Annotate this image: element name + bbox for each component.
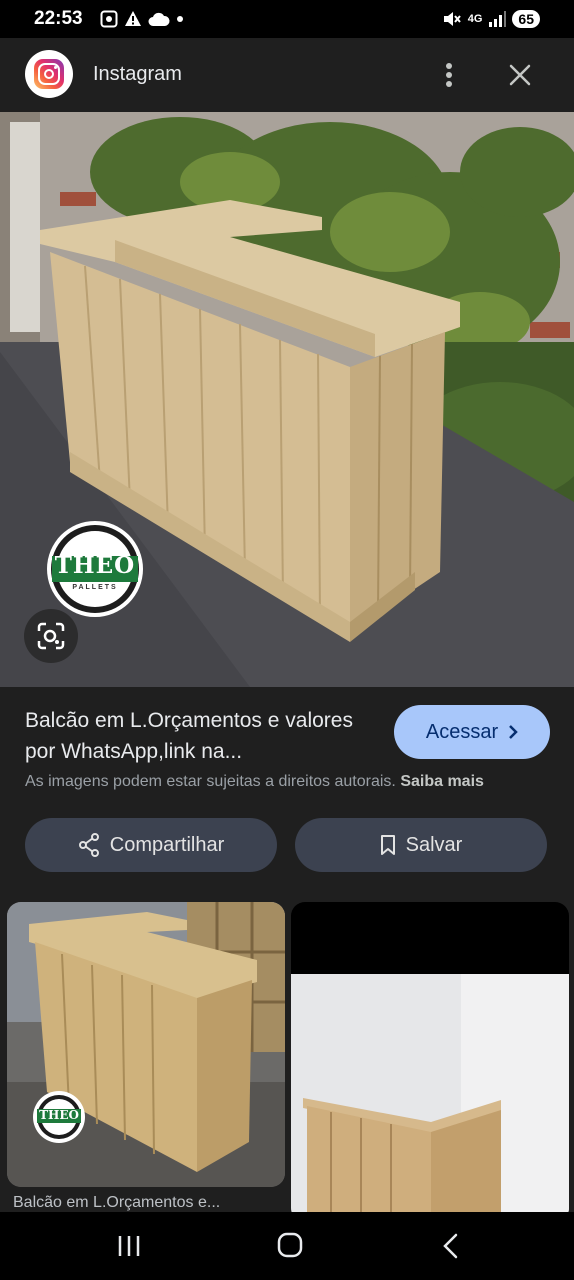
more-vert-icon [446, 63, 452, 87]
close-button[interactable] [503, 58, 537, 92]
save-button[interactable]: Salvar [295, 818, 547, 872]
signal-icon [489, 11, 507, 27]
share-button[interactable]: Compartilhar [25, 818, 277, 872]
screenshot-icon [100, 10, 118, 28]
cloud-icon [148, 12, 170, 26]
dot-icon [177, 16, 183, 22]
theo-badge-subtext: PALLETS [72, 584, 118, 591]
instagram-logo [25, 50, 73, 98]
image-title[interactable]: Balcão em L.Orçamentos e valores por Wha… [25, 705, 375, 767]
copyright-text: As imagens podem estar sujeitas a direit… [25, 773, 396, 790]
related-image-1[interactable]: THEO [7, 902, 285, 1187]
related-image-2[interactable] [291, 902, 569, 1212]
related-corner-counter-photo [291, 902, 569, 1212]
close-icon [509, 64, 531, 86]
app-header: Instagram [0, 38, 574, 112]
copyright-notice: As imagens podem estar sujeitas a direit… [25, 773, 484, 791]
network-type: 4G [467, 13, 483, 25]
instagram-icon [34, 59, 64, 89]
recents-icon[interactable] [115, 1232, 143, 1260]
more-options-button[interactable] [434, 58, 464, 92]
learn-more-link[interactable]: Saiba mais [400, 773, 484, 790]
theo-badge-text: THEO [54, 552, 136, 579]
main-product-image[interactable]: THEO PALLETS [0, 112, 574, 687]
google-lens-button[interactable] [24, 609, 78, 663]
battery-indicator: 65 [512, 10, 540, 28]
status-bar: 22:53 4G 65 [0, 0, 574, 38]
visit-button[interactable]: Acessar [394, 705, 550, 759]
lens-icon [37, 622, 65, 650]
related-badge-text: THEO [39, 1108, 79, 1122]
home-icon[interactable] [276, 1231, 304, 1259]
warning-icon [125, 11, 141, 26]
notification-icons [100, 9, 184, 29]
visit-button-label: Acessar [425, 720, 499, 743]
related-image-1-caption[interactable]: Balcão em L.Orçamentos e... [13, 1194, 220, 1212]
status-time: 22:53 [34, 8, 83, 29]
share-icon [78, 833, 99, 857]
back-icon[interactable] [439, 1232, 463, 1260]
mute-icon [443, 12, 461, 26]
save-label: Salvar [405, 833, 463, 856]
share-label: Compartilhar [109, 833, 225, 856]
related-images-grid: THEO Balcão em L.Orçamentos e... [0, 902, 574, 1212]
related-counter-photo [7, 902, 285, 1187]
system-nav-bar [0, 1212, 574, 1280]
status-right: 4G 65 [442, 9, 540, 29]
image-info-panel: Balcão em L.Orçamentos e valores por Wha… [0, 687, 574, 902]
bookmark-icon [380, 835, 395, 855]
source-title: Instagram [93, 63, 182, 85]
chevron-right-icon [509, 725, 518, 739]
